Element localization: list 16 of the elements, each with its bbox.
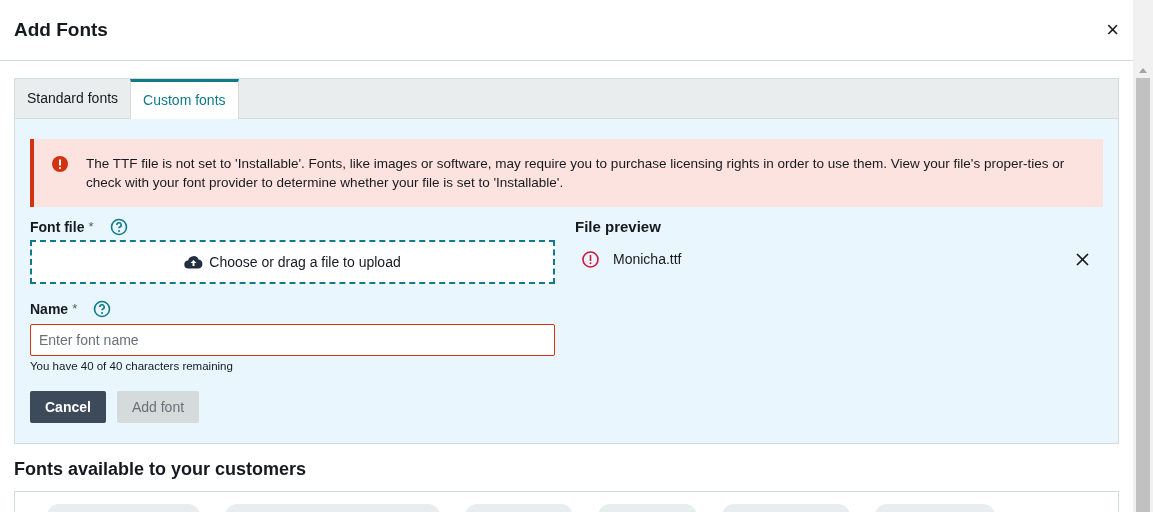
field-label: Name [30,299,69,319]
field-label: Font file [30,217,85,237]
file-name: Monicha.ttf [613,250,683,269]
character-hint: You have 40 of 40 characters remaining [30,359,234,374]
alert-message: The TTF file is not set to 'Installable'. Fonts, like images or software, may require you to purchase licensing rights in order to use them. View your file's proper-ties or check with your font provider to determine whether your file is set to 'Installable'. [86,155,1066,192]
required-mark: * [72,300,78,319]
cancel-button[interactable]: Cancel [30,391,106,424]
upload-dropzone[interactable]: Choose or drag a file to upload [30,240,555,284]
name-input[interactable]: Enter font name [30,324,555,356]
tab[interactable]: Standard fonts [15,79,131,118]
close-button[interactable]: × [1106,19,1119,41]
dialog-title: Add Fonts [14,17,108,42]
tab[interactable]: Custom fonts [130,79,239,119]
required-mark: * [88,218,94,237]
section-title: Fonts available to your customers [14,458,308,482]
section-title: File preview [575,217,662,237]
